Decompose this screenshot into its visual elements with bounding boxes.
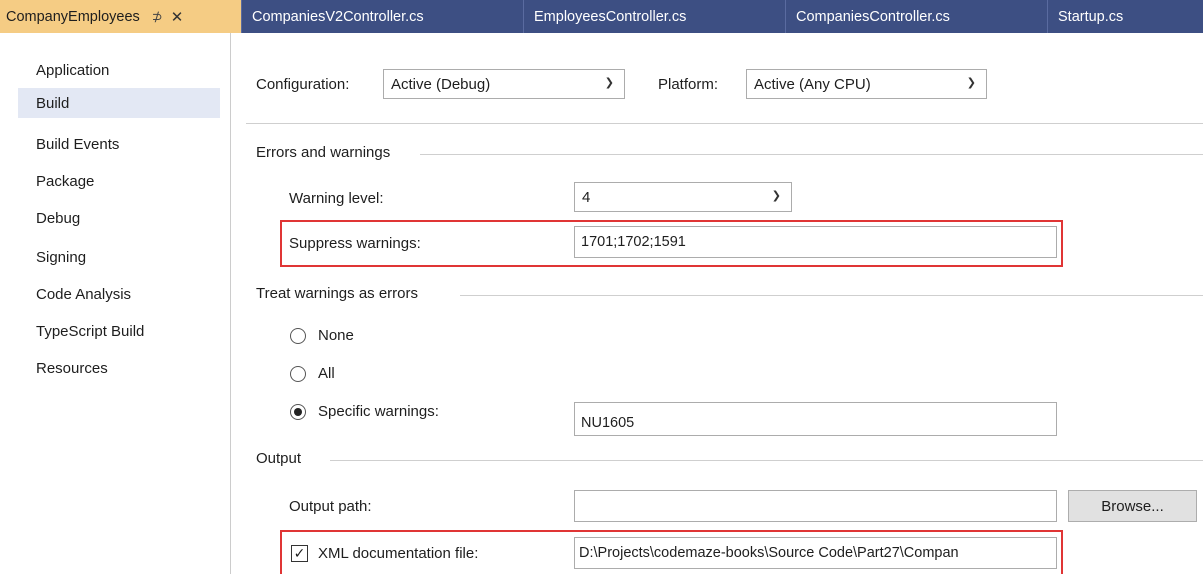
chevron-down-icon: ❯	[966, 77, 976, 89]
browse-button-label: Browse...	[1101, 497, 1164, 515]
tab-label: CompaniesController.cs	[796, 8, 950, 25]
output-heading: Output	[256, 450, 312, 467]
sidebar-item-resources[interactable]: Resources	[18, 353, 220, 383]
xml-doc-checkbox[interactable]: ✓	[291, 545, 308, 562]
platform-value: Active (Any CPU)	[754, 75, 871, 93]
chevron-down-icon: ❯	[771, 190, 781, 202]
configuration-label: Configuration:	[256, 76, 350, 93]
suppress-warnings-value: 1701;1702;1591	[581, 234, 686, 250]
config-divider	[246, 123, 1203, 124]
configuration-value: Active (Debug)	[391, 75, 491, 93]
tab-label: EmployeesController.cs	[534, 8, 687, 25]
platform-select[interactable]: Active (Any CPU) ❯	[746, 69, 987, 99]
sidebar-item-label: Application	[36, 61, 110, 79]
pin-icon[interactable]: ⊅	[152, 9, 163, 25]
radio-specific-warnings[interactable]	[290, 404, 306, 420]
sidebar-item-label: Resources	[36, 359, 108, 377]
radio-all-label: All	[318, 365, 335, 382]
tab-companiesv2controller[interactable]: CompaniesV2Controller.cs	[242, 0, 524, 33]
sidebar-item-label: Debug	[36, 209, 81, 227]
tab-employeescontroller[interactable]: EmployeesController.cs	[524, 0, 786, 33]
sidebar-item-build[interactable]: Build	[18, 88, 220, 118]
configuration-select[interactable]: Active (Debug) ❯	[383, 69, 625, 99]
tab-label: CompanyEmployees	[6, 8, 140, 25]
tab-label: Startup.cs	[1058, 8, 1124, 25]
tab-companiescontroller[interactable]: CompaniesController.cs	[786, 0, 1048, 33]
sidebar-item-label: TypeScript Build	[36, 322, 145, 340]
sidebar-item-application[interactable]: Application	[18, 55, 220, 85]
specific-warnings-value: NU1605	[581, 415, 635, 431]
warning-level-select[interactable]: 4 ❯	[574, 182, 792, 212]
browse-button[interactable]: Browse...	[1068, 490, 1197, 522]
sidebar-item-build-events[interactable]: Build Events	[18, 129, 220, 159]
sidebar-divider	[230, 33, 231, 574]
radio-none-label: None	[318, 327, 354, 344]
sidebar-item-typescript-build[interactable]: TypeScript Build	[18, 316, 220, 346]
xml-doc-path-input[interactable]: D:\Projects\codemaze-books\Source Code\P…	[574, 537, 1057, 569]
suppress-warnings-input[interactable]: 1701;1702;1591	[574, 226, 1057, 258]
section-rule	[330, 460, 1203, 461]
sidebar-item-label: Signing	[36, 248, 87, 266]
errors-warnings-heading: Errors and warnings	[256, 144, 401, 161]
treat-warnings-heading: Treat warnings as errors	[256, 285, 428, 302]
sidebar-item-package[interactable]: Package	[18, 166, 220, 196]
sidebar-item-label: Build Events	[36, 135, 120, 153]
document-tab-bar: CompanyEmployees ⊅ ✕ CompaniesV2Controll…	[0, 0, 1203, 33]
sidebar-item-label: Code Analysis	[36, 285, 132, 303]
project-properties-sidebar: Application Build Build Events Package D…	[0, 33, 230, 574]
tab-startup[interactable]: Startup.cs	[1048, 0, 1203, 33]
close-icon[interactable]: ✕	[171, 8, 184, 26]
checkmark-icon: ✓	[293, 545, 306, 561]
sidebar-item-label: Package	[36, 172, 95, 190]
suppress-warnings-label: Suppress warnings:	[289, 235, 421, 252]
tab-company-employees[interactable]: CompanyEmployees ⊅ ✕	[0, 0, 242, 33]
xml-doc-path-value: D:\Projects\codemaze-books\Source Code\P…	[579, 545, 959, 561]
radio-selected-dot	[294, 408, 302, 416]
section-rule	[460, 295, 1203, 296]
platform-label: Platform:	[658, 76, 719, 93]
chevron-down-icon: ❯	[604, 77, 614, 89]
warning-level-value: 4	[582, 188, 591, 206]
radio-all[interactable]	[290, 366, 306, 382]
output-path-input[interactable]	[574, 490, 1057, 522]
section-rule	[420, 154, 1203, 155]
warning-level-label: Warning level:	[289, 190, 384, 207]
radio-specific-label: Specific warnings:	[318, 403, 439, 420]
specific-warnings-input[interactable]: NU1605	[574, 402, 1057, 436]
tab-label: CompaniesV2Controller.cs	[252, 8, 424, 25]
sidebar-item-label: Build	[36, 94, 70, 112]
output-path-label: Output path:	[289, 498, 372, 515]
sidebar-item-signing[interactable]: Signing	[18, 242, 220, 272]
radio-none[interactable]	[290, 328, 306, 344]
sidebar-item-debug[interactable]: Debug	[18, 203, 220, 233]
sidebar-item-code-analysis[interactable]: Code Analysis	[18, 279, 220, 309]
xml-doc-label: XML documentation file:	[318, 545, 479, 562]
